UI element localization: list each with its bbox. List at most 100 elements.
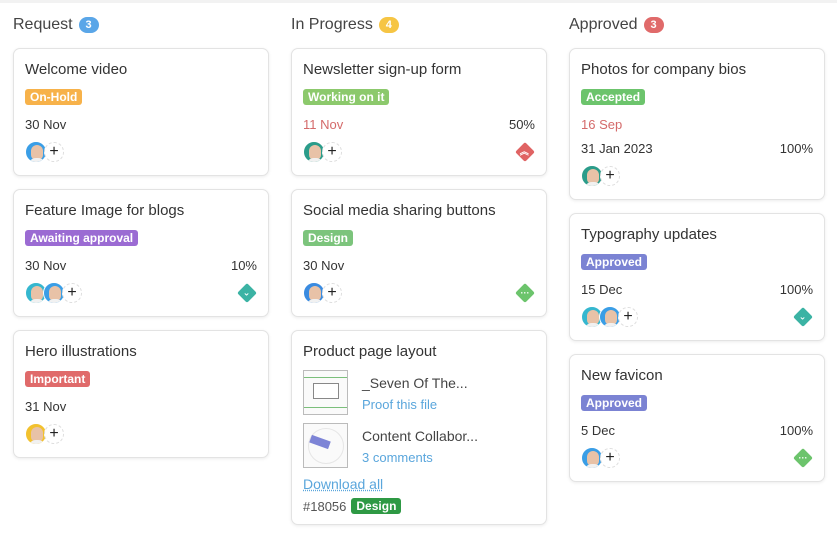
column-title: In Progress [291, 16, 373, 33]
due-date: 31 Jan 2023 [581, 140, 653, 156]
column-count-badge: 3 [643, 17, 664, 33]
avatar-shirt [46, 299, 64, 303]
status-tag: Important [25, 371, 91, 387]
progress-percent: 50% [508, 116, 535, 132]
due-date: 30 Nov [25, 257, 67, 273]
file-attachment: _Seven Of The... Proof this file [303, 370, 535, 415]
progress-percent: 10% [230, 257, 257, 273]
task-title[interactable]: Welcome video [25, 61, 257, 79]
file-attachment: Content Collabor... 3 comments [303, 423, 535, 468]
add-assignee-button[interactable]: + [44, 142, 64, 162]
proof-file-link[interactable]: Proof this file [362, 397, 468, 413]
due-date: 30 Nov [303, 257, 345, 273]
task-id: #18056 [303, 498, 347, 514]
file-task-card[interactable]: Product page layout _Seven Of The... Proof… [291, 330, 547, 525]
status-tag: Awaiting approval [25, 230, 139, 246]
add-assignee-button[interactable]: + [322, 283, 342, 303]
column-request: Request 3 Welcome video On-Hold 30 Nov + Featu… [13, 0, 269, 471]
add-assignee-button[interactable]: + [62, 283, 82, 303]
priority-low-icon[interactable]: ⌄ [793, 307, 813, 327]
task-card[interactable]: Newsletter sign-up form Working on it 11 N… [291, 48, 547, 176]
priority-glyph: ⌄ [799, 311, 807, 322]
add-assignee-button[interactable]: + [618, 307, 638, 327]
file-thumbnail[interactable] [303, 370, 348, 415]
task-card[interactable]: New favicon Approved 5 Dec 100% + ··· [569, 354, 825, 482]
task-title[interactable]: Product page layout [303, 343, 535, 361]
date-row: 30 Nov 10% [25, 256, 257, 274]
task-title[interactable]: Newsletter sign-up form [303, 61, 535, 79]
comments-link[interactable]: 3 comments [362, 450, 478, 466]
start-date: 16 Sep [581, 116, 623, 132]
add-assignee-button[interactable]: + [600, 166, 620, 186]
date-row: 31 Jan 2023 100% [581, 139, 813, 157]
assignee-row: + [25, 421, 257, 447]
assignee-list: + [581, 447, 620, 469]
assignee-row: + ⌄ [581, 304, 813, 330]
task-title[interactable]: Photos for company bios [581, 61, 813, 79]
column-header: Approved 3 [569, 0, 825, 48]
add-assignee-button[interactable]: + [44, 424, 64, 444]
download-all-link[interactable]: Download all [303, 476, 383, 492]
start-date-row: 16 Sep [581, 115, 813, 133]
status-tag: Accepted [581, 89, 646, 105]
status-tag: Design [303, 230, 354, 246]
task-title[interactable]: Feature Image for blogs [25, 202, 257, 220]
task-title[interactable]: Hero illustrations [25, 343, 257, 361]
avatar-shirt [28, 299, 46, 303]
file-name[interactable]: _Seven Of The... [362, 374, 468, 392]
task-card[interactable]: Feature Image for blogs Awaiting approval… [13, 189, 269, 317]
task-card[interactable]: Typography updates Approved 15 Dec 100% + ⌄ [569, 213, 825, 341]
due-date: 11 Nov [303, 116, 344, 132]
column-approved: Approved 3 Photos for company bios Accepted… [569, 0, 825, 495]
priority-glyph: ··· [798, 452, 808, 463]
task-title[interactable]: New favicon [581, 367, 813, 385]
column-header: In Progress 4 [291, 0, 547, 48]
file-thumbnail[interactable] [303, 423, 348, 468]
task-card[interactable]: Photos for company bios Accepted 16 Sep 31 … [569, 48, 825, 200]
assignee-row: + [581, 163, 813, 189]
task-card[interactable]: Hero illustrations Important 31 Nov + [13, 330, 269, 458]
task-card[interactable]: Social media sharing buttons Design 30 Nov… [291, 189, 547, 317]
thumb-line [304, 407, 347, 408]
avatar-shirt [584, 464, 602, 468]
assignee-row: + ︽ [303, 139, 535, 165]
priority-glyph: ··· [520, 287, 530, 298]
date-row: 11 Nov 50% [303, 115, 535, 133]
assignee-row: + ⌄ [25, 280, 257, 306]
add-assignee-button[interactable]: + [322, 142, 342, 162]
priority-medium-icon[interactable]: ··· [793, 448, 813, 468]
status-tag: Approved [581, 254, 648, 270]
file-info: Content Collabor... 3 comments [362, 423, 478, 466]
assignee-list: + [25, 141, 64, 163]
status-tag: Design [351, 498, 402, 514]
file-info: _Seven Of The... Proof this file [362, 370, 468, 413]
status-tag: Approved [581, 395, 648, 411]
task-title[interactable]: Social media sharing buttons [303, 202, 535, 220]
priority-medium-icon[interactable]: ··· [515, 283, 535, 303]
priority-high-icon[interactable]: ︽ [515, 142, 535, 162]
date-row: 30 Nov [303, 256, 535, 274]
due-date: 15 Dec [581, 281, 623, 297]
priority-low-icon[interactable]: ⌄ [237, 283, 257, 303]
status-tag: Working on it [303, 89, 390, 105]
priority-glyph: ⌄ [243, 287, 251, 298]
progress-percent: 100% [779, 281, 813, 297]
column-count-badge: 4 [378, 17, 399, 33]
date-row: 5 Dec 100% [581, 421, 813, 439]
status-tag: On-Hold [25, 89, 83, 105]
column-title: Approved [569, 16, 638, 33]
column-header: Request 3 [13, 0, 269, 48]
task-card[interactable]: Welcome video On-Hold 30 Nov + [13, 48, 269, 176]
assignee-row: + [25, 139, 257, 165]
add-assignee-button[interactable]: + [600, 448, 620, 468]
due-date: 5 Dec [581, 422, 615, 438]
avatar-shirt [306, 299, 324, 303]
assignee-list: + [25, 282, 82, 304]
avatar-shirt [602, 323, 620, 327]
due-date: 30 Nov [25, 116, 67, 132]
file-name[interactable]: Content Collabor... [362, 427, 478, 445]
avatar-shirt [28, 158, 46, 162]
task-title[interactable]: Typography updates [581, 226, 813, 244]
assignee-list: + [303, 141, 342, 163]
assignee-row: + ··· [581, 445, 813, 471]
